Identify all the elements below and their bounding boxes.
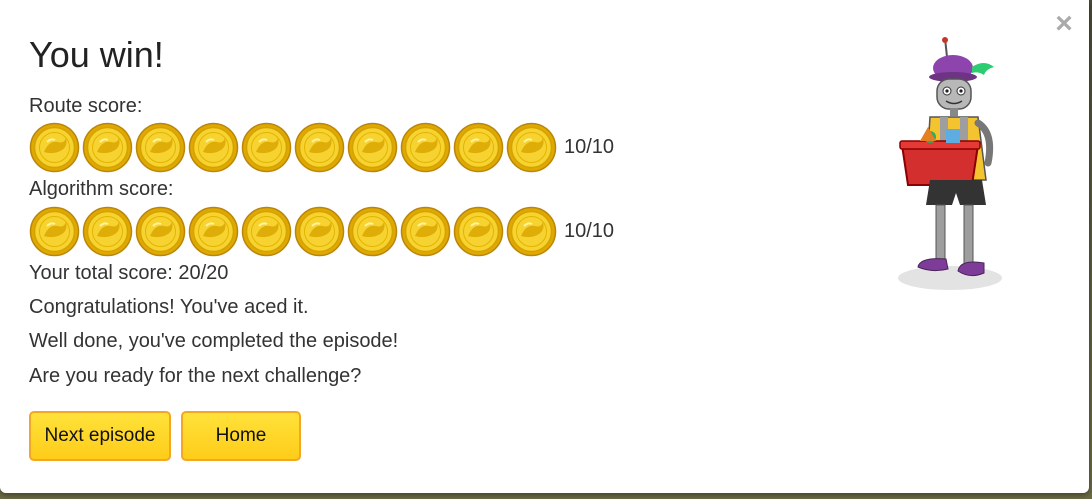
algorithm-coin-icon — [29, 206, 80, 257]
algorithm-coin-icon — [400, 206, 451, 257]
route-score-label: Route score: — [29, 95, 143, 117]
route-coin-icon — [29, 122, 80, 173]
robot-shopper-illustration — [898, 37, 1002, 290]
route-coin-icon — [294, 122, 345, 173]
route-score-coins: 10/10 — [29, 122, 614, 172]
route-score-value: 10/10 — [564, 135, 615, 158]
episode-complete-text: Well done, you've completed the episode! — [29, 330, 399, 352]
algorithm-coin-icon — [506, 206, 557, 257]
route-coin-icon — [135, 122, 186, 173]
close-icon[interactable]: × — [1050, 9, 1078, 39]
route-coin-icon — [347, 122, 398, 173]
algorithm-coin-icon — [135, 206, 186, 257]
next-challenge-text: Are you ready for the next challenge? — [29, 365, 362, 387]
route-coin-icon — [506, 122, 557, 173]
route-coin-icon — [400, 122, 451, 173]
algorithm-coin-icon — [188, 206, 239, 257]
algorithm-coin-icon — [294, 206, 345, 257]
algorithm-coin-icon — [82, 206, 133, 257]
algorithm-score-value: 10/10 — [564, 219, 615, 242]
route-coin-icon — [82, 122, 133, 173]
route-coin-icon — [453, 122, 504, 173]
win-dialog: × You win! Route score: 10/10 Algorithm … — [0, 0, 1089, 493]
congratulations-text: Congratulations! You've aced it. — [29, 296, 309, 318]
algorithm-coin-icon — [347, 206, 398, 257]
algorithm-score-label: Algorithm score: — [29, 178, 174, 200]
algorithm-score-coins: 10/10 — [29, 206, 614, 256]
total-score-text: Your total score: 20/20 — [29, 262, 229, 284]
route-coin-icon — [188, 122, 239, 173]
next-episode-button[interactable]: Next episode — [29, 411, 171, 461]
algorithm-coin-icon — [453, 206, 504, 257]
home-button[interactable]: Home — [181, 411, 301, 461]
route-coin-icon — [241, 122, 292, 173]
algorithm-coin-icon — [241, 206, 292, 257]
dialog-title: You win! — [29, 34, 164, 75]
